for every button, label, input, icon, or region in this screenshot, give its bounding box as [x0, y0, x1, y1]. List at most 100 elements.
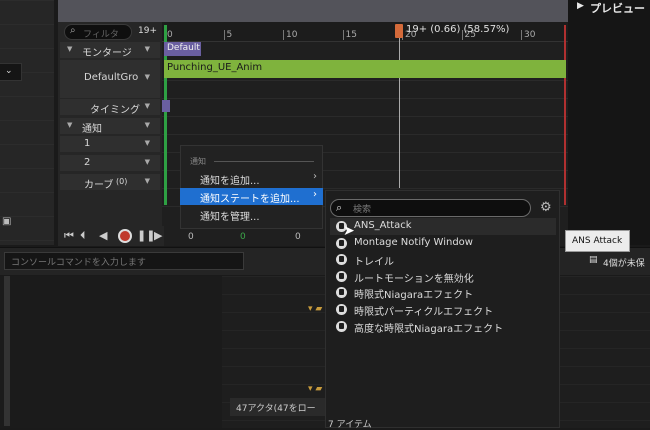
submenu-item[interactable]: ルートモーションを無効化 — [330, 268, 556, 285]
frame-start: 0 — [188, 232, 194, 242]
left-panel — [0, 0, 54, 245]
chevron-down-icon[interactable]: ▼ — [145, 139, 150, 147]
playhead-handle[interactable] — [395, 24, 403, 38]
context-menu-header: 通知 — [190, 157, 206, 166]
end-marker — [564, 25, 566, 205]
chevron-down-icon[interactable]: ▼ — [145, 102, 150, 110]
filter-placeholder: フィルタ — [83, 30, 119, 40]
track-montage[interactable]: ▼ モンタージ ▼ — [60, 42, 160, 59]
track-label: 1 — [84, 138, 91, 149]
reverse-play-icon[interactable]: ◀ — [99, 229, 107, 242]
search-icon: ⌕ — [70, 25, 76, 36]
menu-item-label: 通知ステートを追加... — [200, 194, 300, 205]
submenu-item-label: 時限式パーティクルエフェクト — [354, 307, 494, 318]
skip-start-icon[interactable]: ⏮ — [64, 229, 74, 243]
record-button[interactable] — [118, 229, 132, 243]
folder-icon[interactable]: ▣ — [2, 216, 11, 227]
play-icon[interactable]: ▶ — [154, 229, 162, 242]
save-icon: ▤ — [589, 255, 598, 265]
chevron-down-icon: ⌄ — [5, 66, 13, 76]
filter-input[interactable]: ⌕ フィルタ — [64, 24, 132, 40]
track-default-group[interactable]: DefaultGro ▼ — [60, 60, 160, 98]
submenu-item[interactable]: ANS_Attack — [330, 218, 556, 235]
chevron-down-icon[interactable]: ▼ — [145, 158, 150, 166]
track-label: モンタージ — [82, 48, 132, 59]
chevron-down-icon[interactable]: ▼ — [145, 177, 150, 185]
ruler-tick-label: 10 — [286, 30, 298, 40]
anim-segment[interactable]: Punching_UE_Anim — [164, 60, 566, 78]
collapse-icon[interactable]: ▼ — [67, 121, 72, 129]
frame-count: 19+ — [138, 26, 157, 36]
ruler-tick-label: 15 — [345, 30, 357, 40]
notify-state-icon — [336, 287, 347, 298]
submenu-item[interactable]: Montage Notify Window — [330, 235, 556, 252]
collapse-icon[interactable]: ▼ — [67, 45, 72, 53]
track-label: タイミング — [90, 105, 140, 116]
track-curves[interactable]: カーブ (0) ▼ — [60, 174, 160, 191]
track-timing[interactable]: タイミング ▼ — [60, 99, 160, 116]
pause-icon[interactable]: ❚❚ — [137, 229, 155, 242]
outliner-status: 47アクタ(47をロー — [230, 398, 330, 416]
ruler-tick — [223, 30, 225, 40]
preview-panel — [568, 0, 650, 245]
playhead-label: 19+ (0.66) (58.57%) — [406, 24, 510, 35]
divider — [214, 161, 314, 162]
preview-label[interactable]: プレビュー — [590, 0, 645, 16]
notify-state-icon — [336, 304, 347, 315]
actor-count: 47アクタ(47をロー — [236, 404, 316, 414]
menu-item-add-notify-state[interactable]: 通知ステートを追加... › — [180, 188, 323, 205]
console-input[interactable]: コンソールコマンドを入力します — [4, 252, 244, 270]
left-dropdown[interactable]: ⌄ — [0, 63, 22, 81]
tooltip: ANS Attack — [565, 230, 630, 252]
submenu-item[interactable]: 高度な時限式Niagaraエフェクト — [330, 318, 556, 335]
chevron-down-icon[interactable]: ▼ — [145, 121, 150, 129]
montage-section-default[interactable]: Default — [164, 42, 201, 56]
mouse-cursor-icon: ➤ — [343, 223, 355, 239]
lower-left-panel — [0, 276, 222, 428]
track-notify[interactable]: ▼ 通知 ▼ — [60, 118, 160, 135]
submenu-item[interactable]: 時限式Niagaraエフェクト — [330, 284, 556, 301]
tooltip-text: ANS Attack — [572, 236, 623, 246]
submenu-item-label: トレイル — [354, 257, 394, 268]
menu-item-manage-notifies[interactable]: 通知を管理... — [180, 206, 323, 223]
chevron-down-icon[interactable]: ▼ — [145, 73, 150, 81]
frame-end: 0 — [295, 232, 301, 242]
menu-item-add-notify[interactable]: 通知を追加... › — [180, 170, 323, 187]
folder-icon[interactable]: ▾ ▰ — [308, 384, 322, 394]
track-label: カーブ — [84, 180, 114, 191]
step-back-icon[interactable]: ⏴ — [80, 229, 86, 243]
console-placeholder: コンソールコマンドを入力します — [11, 258, 146, 268]
folder-icon[interactable]: ▾ ▰ — [308, 304, 322, 314]
ruler-tick — [521, 30, 522, 40]
viewport[interactable] — [58, 0, 568, 22]
chevron-right-icon: › — [313, 171, 317, 182]
notify-state-icon — [336, 238, 347, 249]
submenu-item-label: 高度な時限式Niagaraエフェクト — [354, 324, 504, 335]
unsaved-label: 4個が未保 — [603, 259, 645, 269]
search-placeholder: 検索 — [353, 205, 372, 215]
notify-state-icon — [336, 271, 347, 282]
item-count: 7 アイテム — [328, 420, 372, 430]
scrollbar[interactable] — [4, 276, 10, 426]
submenu-item-label: ルートモーションを無効化 — [354, 274, 474, 285]
chevron-down-icon[interactable]: ▼ — [145, 45, 150, 53]
play-arrow-icon: ▶ — [577, 1, 584, 11]
notify-state-icon — [336, 254, 347, 265]
frame-mid: 0 — [240, 232, 246, 242]
ruler-tick-label: 30 — [524, 30, 536, 40]
ruler-tick-label: 0 — [167, 30, 173, 40]
gear-icon[interactable]: ⚙ — [540, 200, 552, 215]
notify-state-icon — [336, 321, 347, 332]
search-input[interactable]: ⌕ 検索 — [330, 199, 531, 217]
submenu-item[interactable]: 時限式パーティクルエフェクト — [330, 301, 556, 318]
notify-track-1[interactable]: 1 ▼ — [60, 136, 160, 152]
notify-track-2[interactable]: 2 ▼ — [60, 155, 160, 171]
unsaved-indicator[interactable]: ▤ 4個が未保 — [587, 252, 650, 272]
chevron-right-icon: › — [313, 189, 317, 200]
ruler-tick — [283, 30, 284, 40]
submenu-item[interactable]: トレイル — [330, 251, 556, 268]
timing-marker — [162, 100, 170, 112]
submenu-item-label: Montage Notify Window — [354, 237, 473, 248]
track-label: 通知 — [82, 124, 102, 135]
track-label: DefaultGro — [84, 72, 139, 83]
